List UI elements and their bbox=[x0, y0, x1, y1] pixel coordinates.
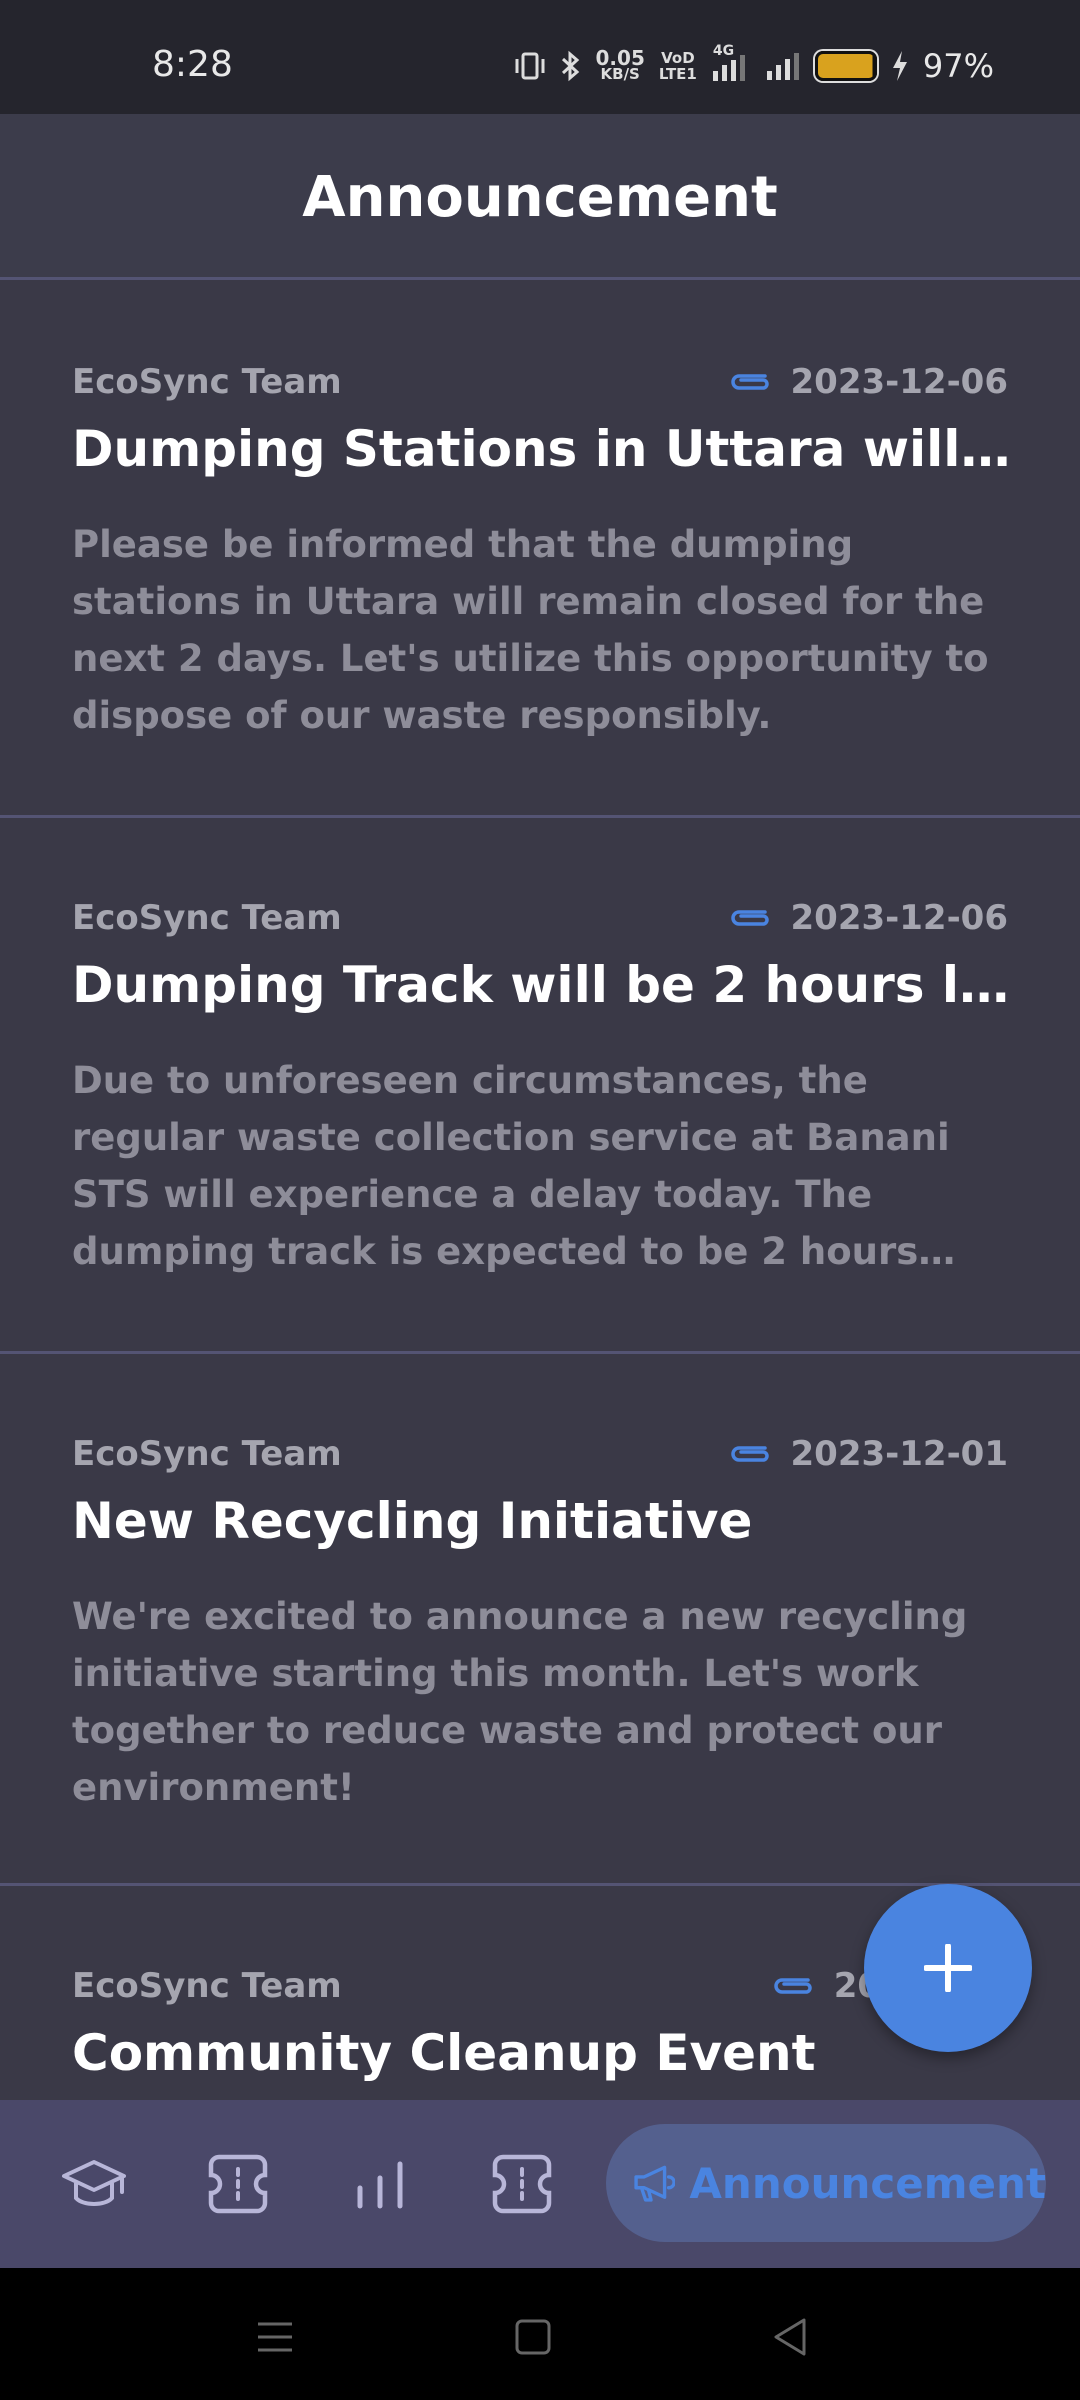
date-wrap: 2023-12-06 bbox=[729, 362, 1008, 402]
nav-item-statistics[interactable] bbox=[330, 2134, 430, 2234]
graduation-cap-icon bbox=[62, 2160, 126, 2206]
home-icon[interactable] bbox=[508, 2312, 558, 2362]
announcement-title: New Recycling Initiative bbox=[72, 1492, 753, 1550]
nav-active-label: Announcement bbox=[689, 2158, 1046, 2208]
volte-bottom: LTE1 bbox=[658, 65, 697, 83]
card-meta: EcoSync Team 2023-12-06 bbox=[72, 896, 1008, 940]
page-title: Announcement bbox=[302, 165, 778, 230]
megaphone-icon bbox=[634, 2165, 676, 2202]
signal-4g: 4G bbox=[711, 43, 751, 83]
announcement-card[interactable]: EcoSync Team 2023-12-06 Dumping Track wi… bbox=[0, 818, 1080, 1354]
announcement-author: EcoSync Team bbox=[72, 898, 342, 938]
announcement-body: We're excited to announce a new recyclin… bbox=[72, 1595, 968, 1809]
menu-icon[interactable] bbox=[250, 2312, 300, 2362]
vibrate-icon bbox=[515, 52, 545, 80]
charging-icon bbox=[892, 51, 907, 81]
battery-icon bbox=[814, 51, 877, 81]
volte-indicator: VoD LTE1 bbox=[659, 50, 697, 82]
nav-item-ticket-2[interactable] bbox=[472, 2134, 572, 2234]
signal-bars-icon-2 bbox=[766, 53, 799, 80]
ticket-icon bbox=[208, 2154, 268, 2214]
bluetooth-icon bbox=[561, 50, 579, 82]
bar-chart-icon bbox=[357, 2161, 403, 2209]
app-header: Announcement bbox=[0, 114, 1080, 280]
nav-item-ticket-1[interactable] bbox=[188, 2134, 288, 2234]
battery-percentage: 97% bbox=[922, 47, 994, 85]
volte-top: VoD bbox=[661, 49, 695, 67]
announcement-title: Community Cleanup Event bbox=[72, 2024, 816, 2082]
announcement-author: EcoSync Team bbox=[72, 1966, 342, 2006]
paperclip-icon bbox=[730, 1446, 769, 1462]
card-meta: EcoSync Team 2023-12-01 bbox=[72, 1432, 1008, 1476]
announcement-body: Please be informed that the dumping stat… bbox=[72, 523, 989, 737]
add-announcement-button[interactable] bbox=[864, 1884, 1032, 2052]
status-time: 8:28 bbox=[152, 44, 233, 85]
announcement-author: EcoSync Team bbox=[72, 362, 342, 402]
announcement-title: Dumping Track will be 2 hours late ... bbox=[72, 956, 1020, 1014]
announcement-list[interactable]: EcoSync Team 2023-12-06 Dumping Stations… bbox=[0, 282, 1080, 2100]
paperclip-icon bbox=[730, 374, 769, 390]
announcement-date: 2023-12-06 bbox=[790, 362, 1008, 402]
net-speed-unit: KB/S bbox=[600, 65, 640, 83]
announcement-title: Dumping Stations in Uttara will be ... bbox=[72, 420, 1020, 478]
announcement-body: Due to unforeseen circumstances, the reg… bbox=[72, 1059, 950, 1273]
system-navigation-bar bbox=[0, 2268, 1080, 2400]
paperclip-icon bbox=[730, 910, 769, 926]
date-wrap: 2023-12-01 bbox=[729, 1434, 1008, 1474]
date-wrap: 2023-12-06 bbox=[729, 898, 1008, 938]
announcement-date: 2023-12-06 bbox=[790, 898, 1008, 938]
status-bar: 8:28 0.05 KB/S VoD LTE1 4G 97% bbox=[0, 0, 1080, 114]
back-icon[interactable] bbox=[766, 2312, 816, 2362]
announcement-card[interactable]: EcoSync Team 2023-12-06 Dumping Stations… bbox=[0, 282, 1080, 818]
bottom-navigation: Announcement bbox=[0, 2100, 1080, 2268]
announcement-date: 2023-12-01 bbox=[790, 1434, 1008, 1474]
nav-item-announcement[interactable]: Announcement bbox=[606, 2124, 1046, 2242]
ticket-icon bbox=[492, 2154, 552, 2214]
net-speed-value: 0.05 bbox=[595, 46, 645, 70]
announcement-author: EcoSync Team bbox=[72, 1434, 342, 1474]
plus-icon bbox=[924, 1944, 972, 1992]
card-meta: EcoSync Team 2023-12-06 bbox=[72, 360, 1008, 404]
paperclip-icon bbox=[773, 1978, 812, 1994]
status-icons: 0.05 KB/S VoD LTE1 4G 97% bbox=[514, 43, 994, 86]
network-speed: 0.05 KB/S bbox=[595, 46, 645, 83]
announcement-card[interactable]: EcoSync Team 2023-12-01 New Recycling In… bbox=[0, 1354, 1080, 1886]
nav-item-education[interactable] bbox=[44, 2134, 144, 2234]
signal-bars-icon bbox=[712, 55, 745, 81]
